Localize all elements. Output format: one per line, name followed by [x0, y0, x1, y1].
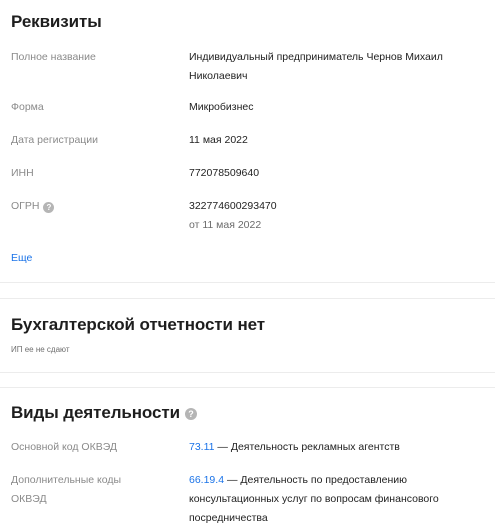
main-okved-description: — Деятельность рекламных агентств	[214, 441, 400, 453]
ogrn-value: 322774600293470	[189, 200, 277, 212]
full-name-value: Индивидуальный предприниматель Чернов Ми…	[189, 51, 443, 82]
inn-value: 772078509640	[189, 167, 260, 179]
main-okved-value: 73.11 — Деятельность рекламных агентств	[189, 438, 489, 457]
ogrn-value-block: 322774600293470 от 11 мая 2022	[189, 197, 489, 235]
ogrn-label: ОГРН	[11, 200, 40, 212]
full-name-label: Полное название	[11, 51, 96, 63]
question-circle-icon[interactable]: ?	[184, 408, 197, 420]
divider	[0, 387, 495, 388]
extra-okved-value: 66.19.4 — Деятельность по предоставлению…	[189, 471, 489, 526]
activities-title-row: Виды деятельности?	[11, 403, 197, 423]
accounting-title: Бухгалтерской отчетности нет	[11, 315, 266, 334]
ogrn-label-row: ОГРН?	[11, 197, 55, 216]
ogrn-date: от 11 мая 2022	[189, 219, 262, 231]
registration-date-value: 11 мая 2022	[189, 134, 248, 146]
extra-okved-description: — Деятельность по предоставлению консуль…	[189, 474, 439, 524]
divider	[0, 298, 495, 299]
registration-date-label: Дата регистрации	[11, 134, 99, 146]
requisites-title: Реквизиты	[11, 12, 102, 31]
main-okved-code-link[interactable]: 73.11	[189, 441, 215, 453]
activities-title: Виды деятельности	[11, 403, 180, 422]
divider	[0, 372, 495, 373]
question-circle-icon[interactable]: ?	[43, 202, 55, 213]
main-okved-label: Основной код ОКВЭД	[11, 441, 118, 453]
divider	[0, 282, 495, 283]
extra-okved-code-link[interactable]: 66.19.4	[189, 474, 224, 486]
form-value: Микробизнес	[189, 101, 254, 113]
form-label: Форма	[11, 101, 44, 113]
accounting-note: ИП ее не сдают	[11, 345, 70, 354]
more-link[interactable]: Еще	[11, 251, 32, 265]
inn-label: ИНН	[11, 167, 34, 179]
extra-okved-label: Дополнительные коды ОКВЭД	[11, 474, 122, 505]
